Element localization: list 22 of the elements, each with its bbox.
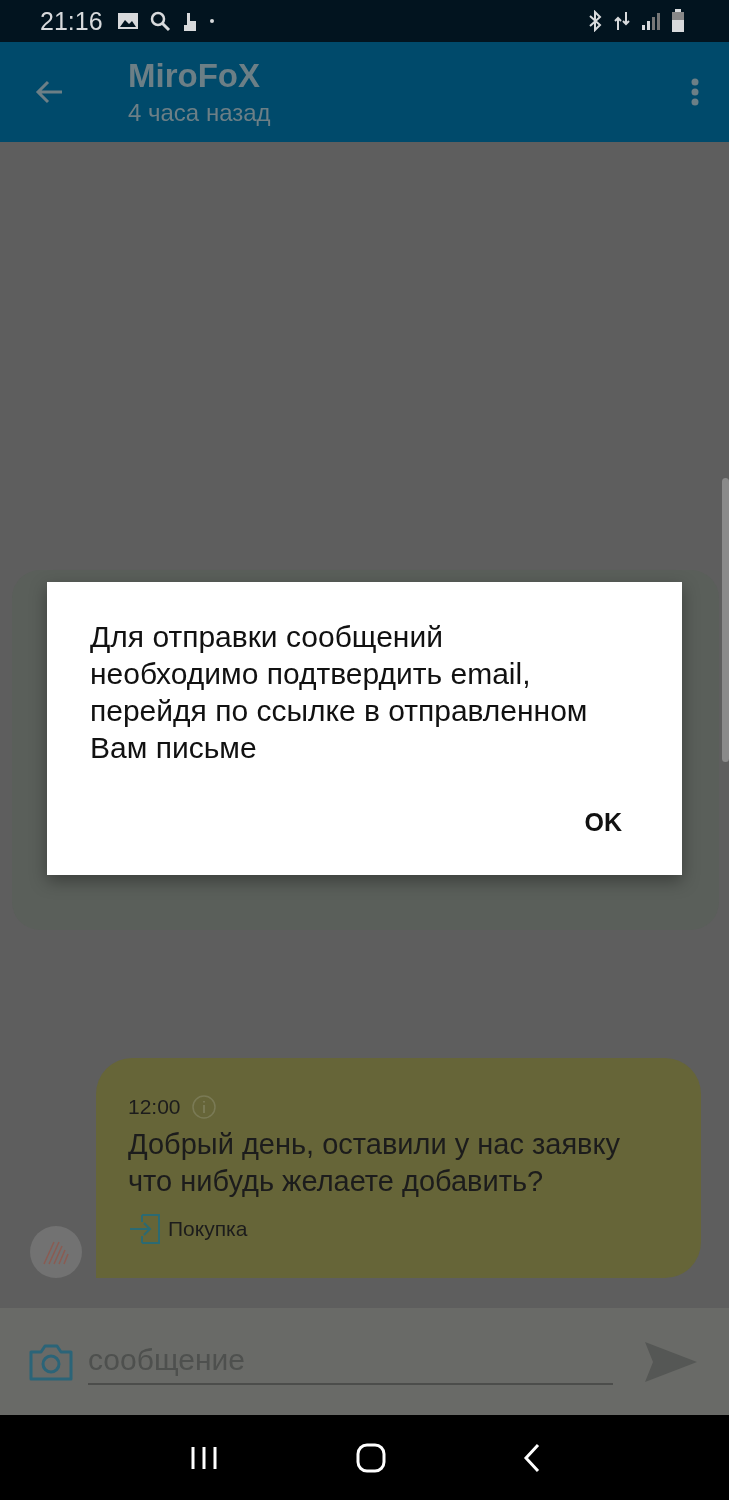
clock: 21:16 bbox=[40, 6, 103, 36]
message-time: 12:00 bbox=[128, 1095, 181, 1119]
back-icon[interactable] bbox=[522, 1442, 541, 1473]
message-text: Добрый день, оставили у нас заявку что нибудь желаете добавить? bbox=[128, 1127, 622, 1199]
ok-button[interactable]: OK bbox=[564, 800, 642, 845]
info-icon[interactable] bbox=[190, 1094, 217, 1120]
data-arrows-icon bbox=[613, 10, 631, 32]
battery-icon bbox=[671, 9, 685, 33]
login-icon bbox=[128, 1212, 162, 1246]
menu-icon[interactable] bbox=[691, 78, 699, 106]
image-icon bbox=[116, 11, 139, 31]
dot-icon bbox=[208, 18, 215, 24]
last-seen: 4 часа назад bbox=[128, 99, 272, 127]
dialog-message: Для отправки сообщений необходимо подтвердить email, перейдя по ссылке в отправленном Вам письме bbox=[90, 619, 589, 766]
home-icon[interactable] bbox=[355, 1442, 386, 1473]
avatar-icon bbox=[30, 1226, 82, 1278]
chat-title: MiroFoX bbox=[128, 57, 261, 95]
signal-icon bbox=[641, 11, 661, 31]
message-tag: Покупка bbox=[168, 1217, 248, 1241]
search-icon bbox=[148, 10, 171, 32]
back-arrow-icon[interactable] bbox=[34, 79, 64, 105]
bluetooth-icon bbox=[587, 10, 603, 32]
